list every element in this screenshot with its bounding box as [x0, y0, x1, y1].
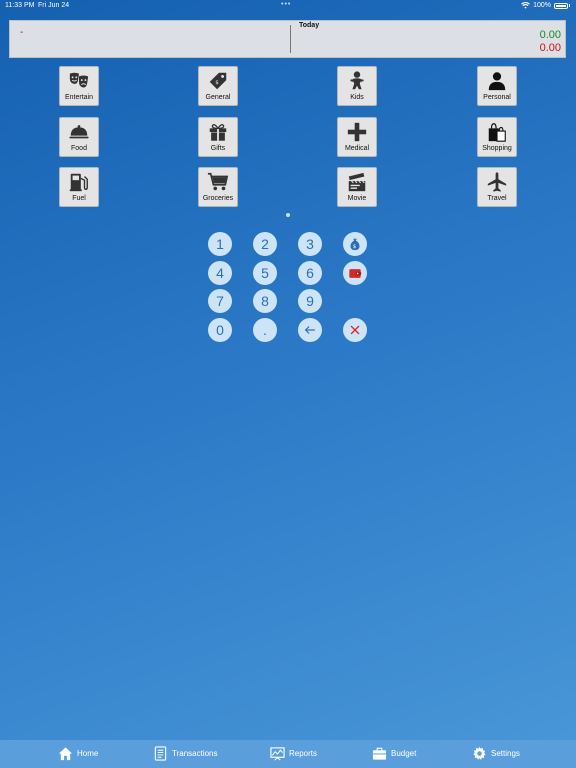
category-label: General [205, 94, 231, 101]
status-bar: 11:33 PM Fri Jun 24 ••• 100% [0, 0, 576, 12]
shopping-cart-icon [207, 172, 229, 191]
svg-text:$: $ [215, 80, 219, 86]
category-label: Travel [487, 195, 507, 202]
category-label: Gifts [210, 145, 226, 152]
expense-total: 0.00 [539, 42, 561, 54]
tab-budget[interactable]: Budget [372, 746, 416, 761]
page-indicator[interactable] [286, 213, 290, 217]
keypad-2-button[interactable]: 2 [253, 232, 277, 256]
category-gifts-button[interactable]: Gifts [198, 117, 238, 157]
tab-bar: Home Transactions Reports Budget Setting… [0, 740, 576, 768]
category-general-button[interactable]: $ General [198, 66, 238, 106]
theater-masks-icon [69, 72, 89, 88]
keypad-8-button[interactable]: 8 [253, 289, 277, 313]
category-label: Groceries [202, 195, 234, 202]
category-entertain-button[interactable]: Entertain [59, 66, 99, 106]
category-label: Fuel [72, 195, 86, 202]
category-food-button[interactable]: Food [59, 117, 99, 157]
gift-icon [209, 124, 227, 141]
tab-settings[interactable]: Settings [472, 746, 520, 761]
fuel-pump-icon [69, 173, 88, 192]
money-bag-icon: $ [350, 238, 360, 251]
price-tag-icon: $ [209, 72, 227, 90]
home-icon [58, 747, 73, 761]
status-time: 11:33 PM [5, 2, 35, 9]
summary-panel: - Today 0.00 0.00 [9, 20, 566, 58]
person-icon [488, 72, 506, 91]
category-medical-button[interactable]: Medical [337, 117, 377, 157]
keypad-4-button[interactable]: 4 [208, 261, 232, 285]
svg-text:$: $ [353, 244, 356, 250]
status-date: Fri Jun 24 [38, 2, 70, 9]
tab-label: Home [77, 749, 99, 758]
category-label: Medical [344, 145, 370, 152]
tab-transactions[interactable]: Transactions [153, 746, 218, 761]
entry-display: - [20, 27, 24, 38]
keypad-3-button[interactable]: 3 [298, 232, 322, 256]
tab-reports[interactable]: Reports [270, 746, 317, 761]
backspace-button[interactable] [298, 318, 322, 342]
battery-icon [554, 2, 568, 9]
clapperboard-icon [348, 172, 366, 192]
category-label: Shopping [482, 145, 512, 152]
multitasking-dots-icon[interactable]: ••• [281, 1, 291, 8]
income-button[interactable]: $ [343, 232, 367, 256]
reports-chart-icon [270, 747, 285, 761]
medical-cross-icon [347, 122, 367, 142]
wallet-icon [349, 269, 362, 278]
clear-x-icon [350, 325, 360, 335]
category-fuel-button[interactable]: Fuel [59, 167, 99, 207]
category-label: Movie [347, 195, 367, 202]
keypad-6-button[interactable]: 6 [298, 261, 322, 285]
backspace-arrow-icon [304, 326, 315, 334]
keypad-0-button[interactable]: 0 [208, 318, 232, 342]
transactions-list-icon [154, 746, 167, 761]
keypad-1-button[interactable]: 1 [208, 232, 232, 256]
battery-percent: 100% [533, 2, 551, 9]
shopping-bags-icon [488, 123, 506, 142]
baby-icon [350, 71, 364, 90]
category-movie-button[interactable]: Movie [337, 167, 377, 207]
category-shopping-button[interactable]: Shopping [477, 117, 517, 157]
category-label: Personal [483, 94, 511, 101]
income-total: 0.00 [539, 29, 561, 41]
wifi-icon [521, 2, 530, 9]
category-kids-button[interactable]: Kids [337, 66, 377, 106]
keypad-decimal-button[interactable]: . [253, 318, 277, 342]
tab-home[interactable]: Home [58, 746, 98, 761]
clear-button[interactable] [343, 318, 367, 342]
tab-label: Transactions [172, 749, 218, 758]
keypad-7-button[interactable]: 7 [208, 289, 232, 313]
keypad-9-button[interactable]: 9 [298, 289, 322, 313]
keypad-5-button[interactable]: 5 [253, 261, 277, 285]
gear-icon [473, 746, 486, 760]
panel-divider [290, 25, 291, 53]
airplane-icon [487, 172, 507, 192]
tab-label: Reports [289, 749, 318, 758]
food-cloche-icon [69, 125, 89, 139]
category-label: Food [71, 145, 87, 152]
expense-button[interactable] [343, 261, 367, 285]
period-label: Today [299, 22, 320, 29]
tab-label: Budget [391, 749, 417, 758]
tab-label: Settings [491, 749, 520, 758]
category-label: Kids [350, 94, 364, 101]
category-label: Entertain [64, 94, 94, 101]
briefcase-icon [372, 747, 387, 760]
category-personal-button[interactable]: Personal [477, 66, 517, 106]
category-travel-button[interactable]: Travel [477, 167, 517, 207]
category-groceries-button[interactable]: Groceries [198, 167, 238, 207]
